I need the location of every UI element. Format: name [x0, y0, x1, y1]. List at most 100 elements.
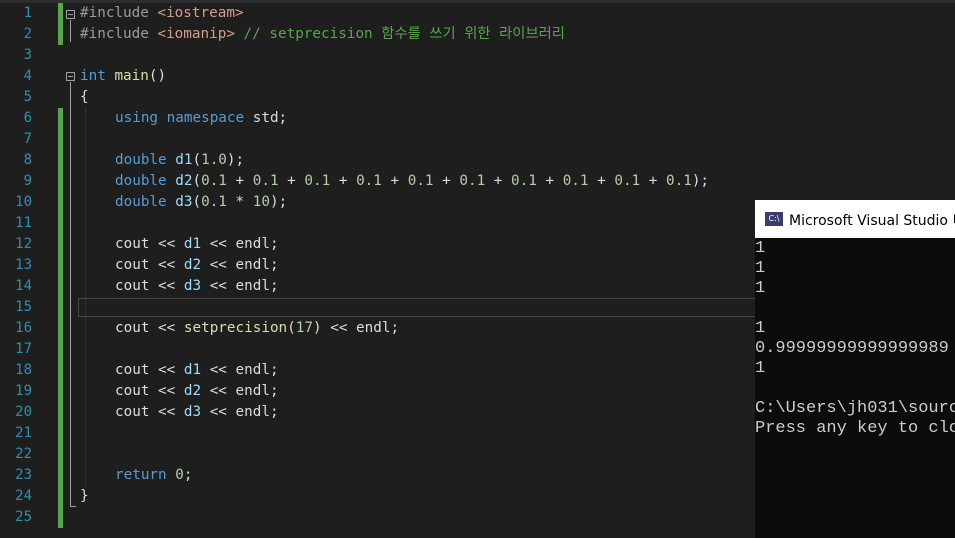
code-line-1: #include <iostream> — [80, 3, 244, 24]
punctuation: ( — [192, 152, 202, 168]
operator: << — [201, 278, 236, 294]
number: 17 — [295, 320, 313, 336]
code-line-9: double d2(0.1 + 0.1 + 0.1 + 0.1 + 0.1 + … — [115, 171, 709, 192]
code-line-2: #include <iomanip> // setprecision 함수를 쓰… — [80, 24, 565, 45]
number: 0.1 — [511, 173, 537, 189]
number: 0.1 — [562, 173, 589, 189]
console-app-icon: C:\ — [765, 212, 783, 226]
line-number: 8 — [23, 152, 32, 168]
keyword: using — [115, 110, 159, 126]
line-number: 9 — [23, 173, 32, 189]
line-number: 3 — [23, 47, 32, 63]
line-number: 1 — [23, 5, 32, 21]
change-indicator — [58, 108, 63, 528]
number: 0.1 — [304, 173, 331, 189]
identifier: cout — [115, 383, 150, 399]
keyword: double — [115, 194, 167, 210]
line-number: 24 — [15, 488, 32, 504]
punctuation: ( — [192, 173, 202, 189]
line-number: 18 — [15, 362, 32, 378]
line-number: 16 — [15, 320, 32, 336]
collapse-icon[interactable] — [66, 10, 75, 19]
variable: d3 — [183, 404, 202, 420]
variable: d3 — [183, 278, 202, 294]
line-number: 13 — [15, 257, 32, 273]
punctuation: ); — [269, 194, 288, 210]
operator: << — [149, 404, 184, 420]
number: 10 — [252, 194, 270, 210]
line-number: 15 — [15, 299, 32, 315]
identifier: endl — [235, 278, 270, 294]
operator: << — [149, 236, 184, 252]
console-output-line: C:\Users\jh031\source\repos — [755, 399, 955, 418]
function-name: main — [114, 68, 149, 84]
operator: + — [330, 173, 357, 189]
code-line-6: using namespace std; — [115, 108, 287, 129]
code-line-14: cout << d3 << endl; — [115, 276, 279, 297]
punctuation: ; — [269, 278, 279, 294]
code-line-23: return 0; — [115, 465, 192, 486]
identifier: cout — [115, 257, 150, 273]
console-output-line: 1 — [755, 279, 766, 298]
identifier: cout — [115, 362, 150, 378]
keyword: double — [115, 152, 167, 168]
operator: + — [485, 173, 512, 189]
include-path: <iostream> — [157, 5, 244, 21]
console-output-line: 1 — [755, 359, 766, 378]
brace: { — [80, 89, 89, 105]
line-number: 7 — [23, 131, 32, 147]
indent-guide — [85, 108, 86, 486]
brace: } — [80, 488, 89, 504]
number: 0.1 — [201, 194, 227, 210]
code-line-8: double d1(1.0); — [115, 150, 244, 171]
line-number: 6 — [23, 110, 32, 126]
debug-console-window[interactable]: C:\ Microsoft Visual Studio 디버그 콘솔 1 1 1… — [755, 200, 955, 538]
number: 0.1 — [201, 173, 227, 189]
punctuation: ); — [691, 173, 710, 189]
code-line-5: { — [80, 87, 89, 108]
line-number: 17 — [15, 341, 32, 357]
operator: << — [201, 404, 236, 420]
number: 1.0 — [201, 152, 227, 168]
function-name: setprecision — [183, 320, 288, 336]
punctuation: ; — [269, 362, 279, 378]
line-number: 14 — [15, 278, 32, 294]
operator: << — [149, 320, 184, 336]
comment: // setprecision 함수를 쓰기 위한 라이브러리 — [234, 26, 565, 42]
console-title-bar[interactable]: C:\ Microsoft Visual Studio 디버그 콘솔 — [755, 200, 955, 238]
punctuation: ; — [269, 257, 279, 273]
console-output-line: Press any key to close this window . . . — [755, 419, 955, 438]
line-number: 25 — [15, 509, 32, 525]
code-line-13: cout << d2 << endl; — [115, 255, 279, 276]
punctuation: ( — [192, 194, 202, 210]
variable: d1 — [183, 236, 202, 252]
line-number: 22 — [15, 446, 32, 462]
fold-guide-end — [70, 506, 76, 507]
operator: + — [381, 173, 408, 189]
identifier: endl — [235, 257, 270, 273]
keyword: int — [80, 68, 106, 84]
variable: d2 — [175, 173, 193, 189]
code-line-4: int main() — [80, 66, 166, 87]
identifier: cout — [115, 320, 150, 336]
number: 0.1 — [614, 173, 641, 189]
line-number: 5 — [23, 89, 32, 105]
operator: + — [536, 173, 563, 189]
punctuation: ( — [287, 320, 296, 336]
code-line-16: cout << setprecision(17) << endl; — [115, 318, 399, 339]
operator: + — [226, 173, 253, 189]
operator: << — [201, 257, 236, 273]
namespace-name: std; — [244, 110, 288, 126]
keyword: namespace — [166, 110, 245, 126]
line-number: 2 — [23, 26, 32, 42]
fold-guide — [70, 20, 71, 42]
number: 0 — [175, 467, 184, 483]
operator: << — [321, 320, 357, 336]
number: 0.1 — [459, 173, 486, 189]
variable: d2 — [183, 383, 202, 399]
collapse-icon[interactable] — [66, 72, 75, 81]
line-number: 4 — [23, 68, 32, 84]
code-line-24: } — [80, 486, 89, 507]
